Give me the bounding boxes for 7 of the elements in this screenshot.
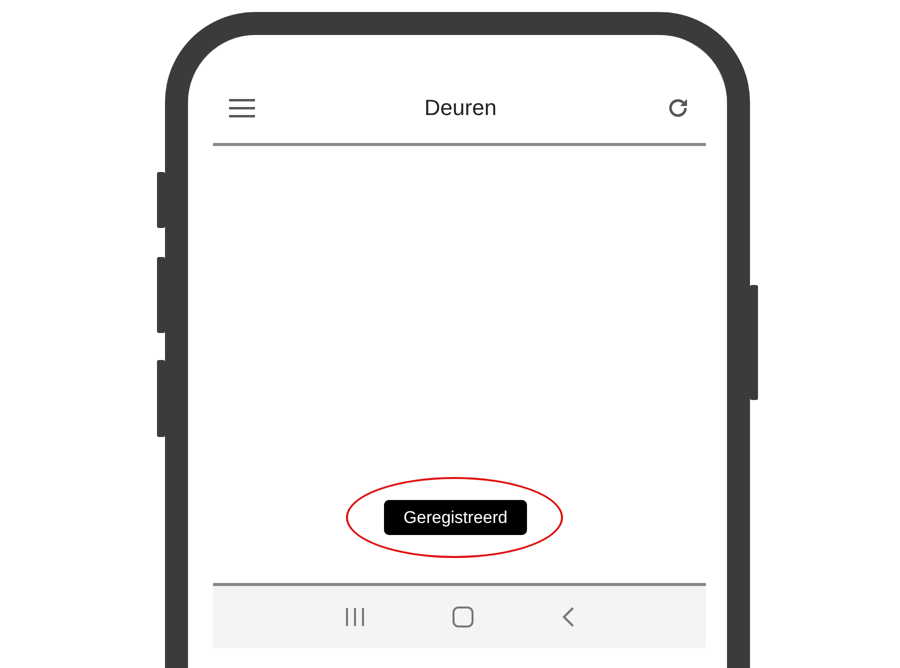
recent-apps-icon[interactable] (344, 607, 366, 627)
back-icon[interactable] (560, 606, 575, 628)
toast-message: Geregistreerd (384, 500, 527, 535)
home-icon[interactable] (452, 606, 474, 628)
app-title: Deuren (424, 95, 497, 121)
menu-icon[interactable] (229, 98, 255, 118)
refresh-icon[interactable] (666, 96, 690, 120)
